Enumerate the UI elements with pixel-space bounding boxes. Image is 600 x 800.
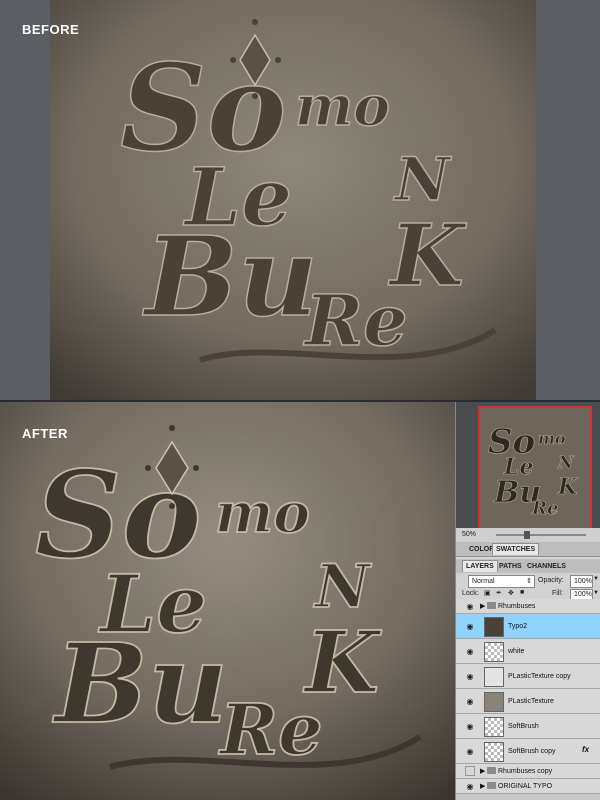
layer-folder-original-typo[interactable]: ◉ ▶ ORIGINAL TYPO: [456, 779, 600, 794]
lock-transparency-icon[interactable]: ▣: [484, 589, 491, 597]
opacity-input[interactable]: 100%: [570, 575, 593, 588]
chevron-down-icon[interactable]: ▼: [593, 590, 599, 596]
layer-thumbnail: [484, 667, 504, 687]
eye-icon[interactable]: ◉: [465, 714, 475, 738]
layer-name: Typo2: [508, 622, 528, 630]
svg-text:N: N: [557, 453, 575, 473]
svg-text:Re: Re: [531, 498, 558, 519]
svg-text:mo: mo: [538, 429, 566, 448]
after-label: AFTER: [22, 426, 68, 441]
dot-ornament: [169, 425, 175, 431]
layer-name: white: [508, 647, 525, 655]
eye-icon[interactable]: ◉: [465, 739, 475, 763]
zoom-row: 50%: [456, 528, 600, 542]
layer-softbrush-copy[interactable]: ◉ SoftBrush copy fx: [456, 739, 600, 764]
after-artwork-svg: So mo Le N Bu K Re: [0, 402, 455, 800]
svg-text:K: K: [557, 474, 578, 500]
layer-plastictexture-copy[interactable]: ◉ PLasticTexture copy: [456, 664, 600, 689]
word-n: N: [313, 552, 372, 622]
tab-channels[interactable]: CHANNELS: [524, 561, 569, 572]
fill-label: Fill:: [552, 590, 563, 597]
eye-icon[interactable]: ◉: [465, 689, 475, 713]
before-artwork-svg: So mo Le N Bu K Re: [50, 0, 536, 400]
word-bu: Bu: [142, 212, 318, 341]
layer-folder-rhumbuses[interactable]: ◉ ▶ Rhumbuses: [456, 599, 600, 614]
layer-thumbnail: [484, 742, 504, 762]
layer-thumbnail: [484, 642, 504, 662]
zoom-value[interactable]: 50%: [462, 531, 476, 538]
layer-white[interactable]: ◉ white: [456, 639, 600, 664]
word-bu: Bu: [52, 619, 228, 748]
dot-ornament: [252, 93, 258, 99]
lock-pixels-icon[interactable]: ✒: [496, 589, 502, 597]
lock-position-icon[interactable]: ✥: [508, 589, 514, 597]
opacity-label: Opacity:: [538, 577, 564, 584]
chevron-right-icon[interactable]: ▶: [480, 602, 485, 610]
after-artwork: So mo Le N Bu K Re: [0, 402, 455, 800]
lock-label: Lock:: [462, 590, 479, 597]
layer-folder-rhumbuses-copy[interactable]: ▶ Rhumbuses copy: [456, 764, 600, 779]
folder-icon: [487, 782, 496, 789]
dot-ornament: [145, 465, 151, 471]
lock-all-icon[interactable]: ■: [520, 589, 524, 596]
word-re: Re: [303, 279, 408, 362]
word-mo: mo: [215, 480, 310, 545]
after-section: So mo Le N Bu K Re AFTER So mo Le N Bu K…: [0, 402, 600, 800]
chevron-right-icon[interactable]: ▶: [480, 767, 485, 775]
layer-name: PLasticTexture: [508, 697, 554, 705]
layer-name: Rhumbuses: [498, 602, 536, 610]
word-mo: mo: [295, 73, 390, 138]
tab-layers[interactable]: LAYERS: [462, 560, 498, 572]
folder-icon: [487, 767, 496, 774]
photoshop-panels: So mo Le N Bu K Re 50% COLOR SWATCHES LA…: [455, 402, 600, 800]
layer-name: Rhumbuses copy: [498, 767, 553, 775]
eye-off-icon[interactable]: [465, 766, 475, 776]
folder-icon: [487, 602, 496, 609]
word-n: N: [393, 145, 452, 215]
chevron-down-icon[interactable]: ▼: [593, 576, 599, 582]
before-label: BEFORE: [22, 22, 80, 37]
layer-plastictexture[interactable]: ◉ PLasticTexture: [456, 689, 600, 714]
eye-icon[interactable]: ◉: [465, 639, 475, 663]
dot-ornament: [230, 57, 236, 63]
tab-paths[interactable]: PATHS: [496, 561, 525, 572]
layer-typo2[interactable]: ◉ Typo2: [456, 614, 600, 639]
layer-thumbnail: [484, 692, 504, 712]
eye-icon[interactable]: ◉: [465, 664, 475, 688]
eye-icon[interactable]: ◉: [465, 779, 475, 793]
layer-thumbnail: [484, 617, 504, 637]
layer-name: ORIGINAL TYPO: [498, 782, 553, 790]
word-re: Re: [218, 688, 323, 771]
dot-ornament: [252, 19, 258, 25]
before-section: BEFORE So mo Le N Bu K Re: [0, 0, 600, 400]
zoom-slider[interactable]: [496, 534, 586, 536]
blend-opacity-row: Normal ⇕ Opacity: 100% ▼: [456, 573, 600, 589]
dot-ornament: [275, 57, 281, 63]
layer-name: PLasticTexture copy: [508, 672, 571, 680]
layer-name: SoftBrush: [508, 722, 539, 730]
navigator-panel: So mo Le N Bu K Re 50%: [456, 402, 600, 542]
fx-icon[interactable]: fx: [582, 745, 589, 754]
blend-mode-select[interactable]: Normal ⇕: [468, 575, 535, 588]
layer-softbrush[interactable]: ◉ SoftBrush: [456, 714, 600, 739]
dot-ornament: [169, 503, 175, 509]
eye-icon[interactable]: ◉: [465, 599, 475, 613]
zoom-slider-handle[interactable]: [524, 531, 530, 539]
chevron-down-icon: ⇕: [526, 578, 532, 585]
chevron-right-icon[interactable]: ▶: [480, 782, 485, 790]
color-tabs: COLOR SWATCHES: [456, 542, 600, 557]
layer-name: SoftBrush copy: [508, 747, 556, 755]
tab-swatches[interactable]: SWATCHES: [492, 543, 540, 555]
navigator-preview[interactable]: So mo Le N Bu K Re: [478, 406, 592, 532]
layers-list: ◉ ▶ Rhumbuses ◉ Typo2 ◉ white ◉ PLasticT…: [456, 599, 600, 800]
eye-icon[interactable]: ◉: [465, 614, 475, 638]
layer-tabs: LAYERS PATHS CHANNELS: [456, 559, 600, 574]
navigator-thumbnail: So mo Le N Bu K Re: [480, 408, 590, 530]
layer-thumbnail: [484, 717, 504, 737]
before-artwork: So mo Le N Bu K Re: [50, 0, 536, 400]
dot-ornament: [193, 465, 199, 471]
